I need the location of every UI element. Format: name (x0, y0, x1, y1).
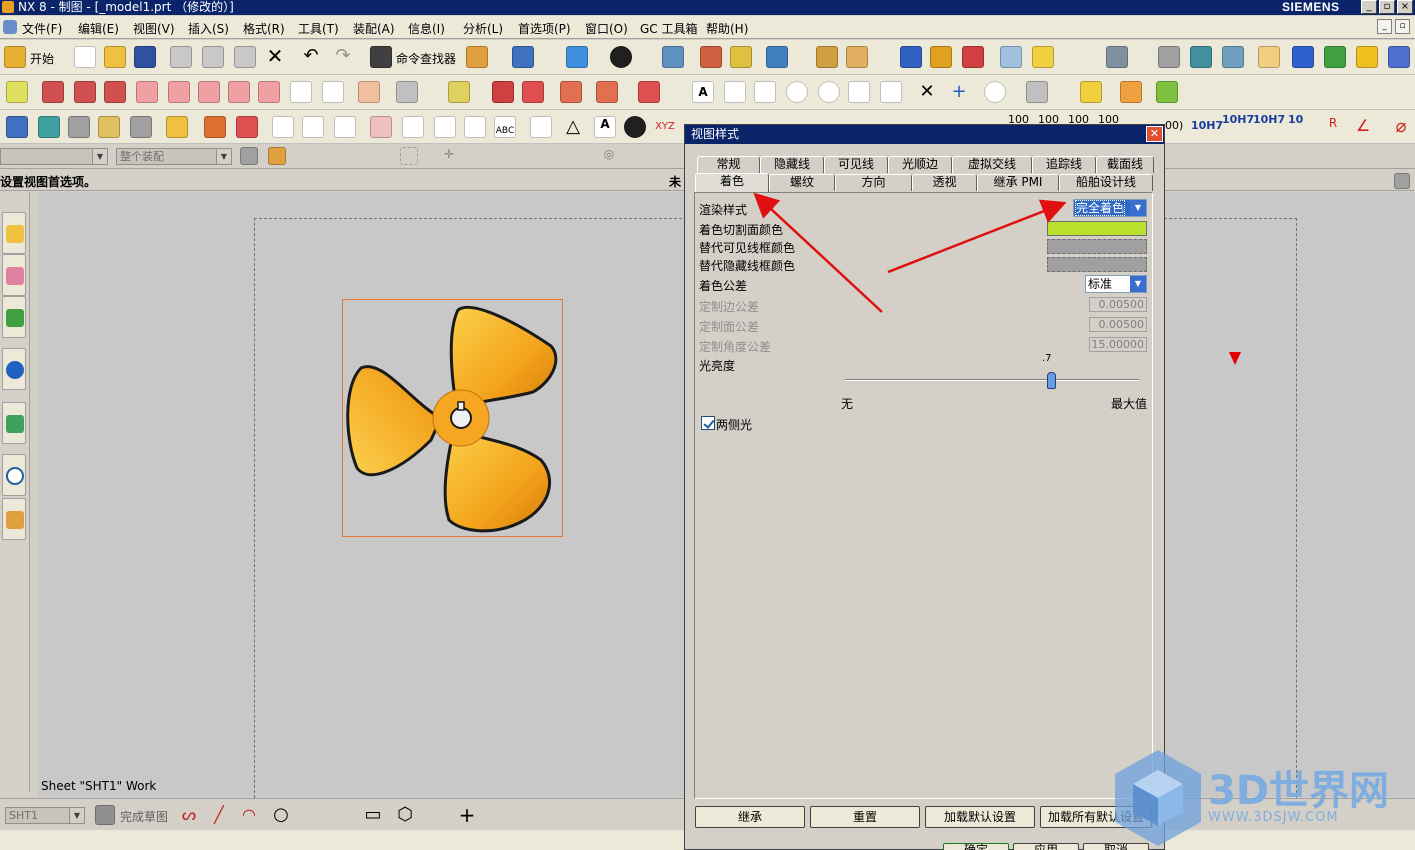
watermark: 3D世界网 WWW.3DSJW.COM (1113, 748, 1413, 848)
arrow-to-render-style (887, 199, 1067, 274)
watermark-cube-logo (1115, 750, 1201, 846)
watermark-url: WWW.3DSJW.COM (1208, 810, 1339, 825)
annotation-arrows (753, 192, 1067, 313)
watermark-text: 3D世界网 (1208, 768, 1390, 814)
arrow-to-shading-tab (753, 192, 883, 313)
